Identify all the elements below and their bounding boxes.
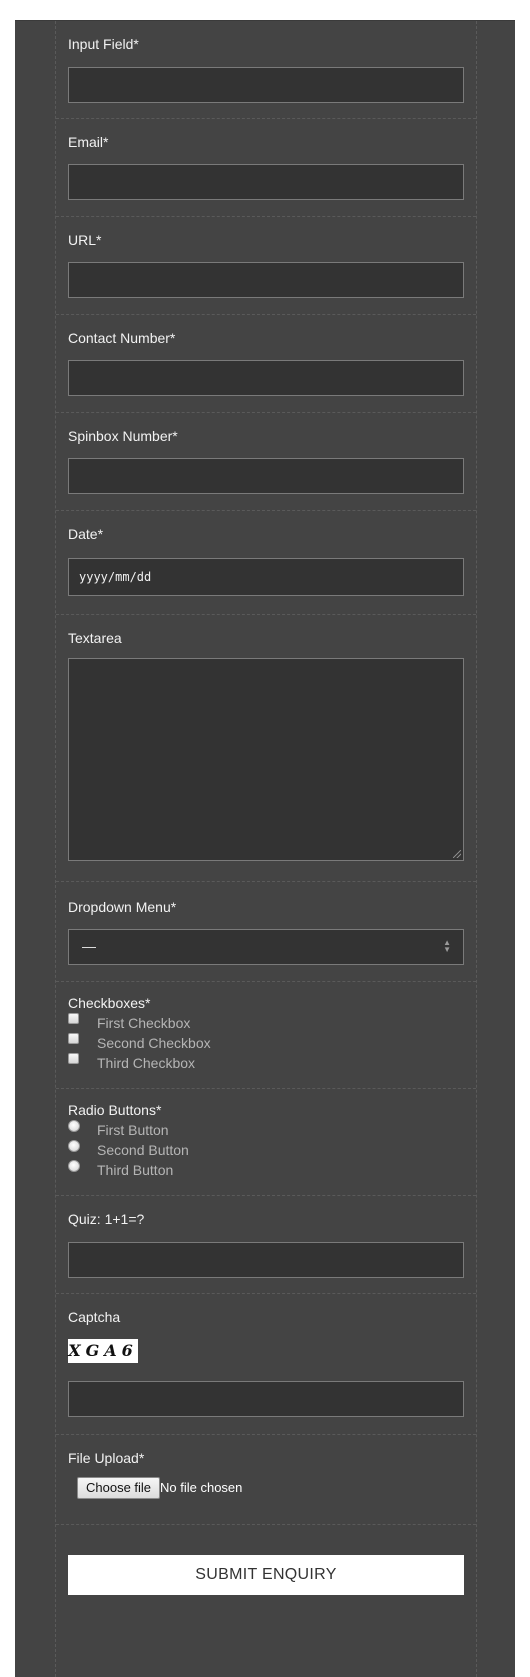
textarea-field[interactable] (68, 658, 464, 861)
url-section: URL* (56, 217, 476, 315)
url-label: URL* (68, 232, 102, 248)
checkboxes-section: Checkboxes* First Checkbox Second Checkb… (56, 982, 476, 1089)
checkboxes-label: Checkboxes* (68, 995, 151, 1011)
file-upload-label: File Upload* (68, 1450, 145, 1466)
checkbox-option[interactable]: First Checkbox (68, 1013, 368, 1033)
checkbox-label: First Checkbox (97, 1015, 191, 1031)
submit-button[interactable]: SUBMIT ENQUIRY (68, 1555, 464, 1595)
contact-section: Contact Number* (56, 315, 476, 413)
date-placeholder: yyyy/mm/dd (79, 570, 152, 584)
email-label: Email* (68, 134, 109, 150)
dropdown-label: Dropdown Menu* (68, 899, 177, 915)
checkbox[interactable] (68, 1013, 79, 1024)
email-field[interactable] (68, 164, 464, 200)
quiz-answer-field[interactable] (68, 1242, 464, 1278)
url-field[interactable] (68, 262, 464, 298)
spinbox-label: Spinbox Number* (68, 428, 178, 444)
captcha-input[interactable] (68, 1381, 464, 1417)
radio-text: First Button (97, 1122, 169, 1138)
dropdown-select[interactable]: — ▲ ▼ (68, 929, 464, 965)
spinbox-section: Spinbox Number* (56, 413, 476, 511)
captcha-image: XGA6 (68, 1339, 138, 1363)
input-field-section: Input Field* (56, 21, 476, 119)
input-field-label: Input Field* (68, 36, 139, 52)
radio-button[interactable] (68, 1120, 80, 1132)
form-panel: Input Field* Email* URL* Contact Number*… (15, 20, 515, 1677)
choose-file-button[interactable]: Choose file (77, 1477, 161, 1499)
checkbox[interactable] (68, 1053, 79, 1064)
checkbox-label: Third Checkbox (97, 1055, 196, 1071)
file-status-text: No file chosen (160, 1480, 243, 1495)
radio-text: Third Button (97, 1162, 174, 1178)
textarea-section: Textarea (56, 615, 476, 882)
radio-option[interactable]: First Button (68, 1120, 368, 1140)
file-upload-section: File Upload* Choose file No file chosen (56, 1435, 476, 1525)
captcha-section: Captcha XGA6 (56, 1294, 476, 1435)
radio-option[interactable]: Third Button (68, 1160, 368, 1180)
updown-arrows-icon: ▲ ▼ (443, 938, 451, 954)
resize-grip-icon[interactable] (453, 850, 461, 858)
date-section: Date* yyyy/mm/dd (56, 511, 476, 615)
input-field[interactable] (68, 67, 464, 103)
checkbox-option[interactable]: Third Checkbox (68, 1053, 368, 1073)
date-label: Date* (68, 526, 104, 542)
radio-text: Second Button (97, 1142, 189, 1158)
contact-label: Contact Number* (68, 330, 176, 346)
radio-section: Radio Buttons* First Button Second Butto… (56, 1089, 476, 1196)
checkbox[interactable] (68, 1033, 79, 1044)
spinbox-field[interactable] (68, 458, 464, 494)
dropdown-selected-value: — (82, 938, 96, 954)
date-field[interactable]: yyyy/mm/dd (68, 558, 464, 596)
dropdown-section: Dropdown Menu* — ▲ ▼ (56, 882, 476, 982)
radio-button[interactable] (68, 1140, 80, 1152)
quiz-label: Quiz: 1+1=? (68, 1211, 145, 1227)
enquiry-form: Input Field* Email* URL* Contact Number*… (55, 21, 477, 1677)
radio-button[interactable] (68, 1160, 80, 1172)
email-section: Email* (56, 119, 476, 217)
quiz-section: Quiz: 1+1=? (56, 1196, 476, 1294)
captcha-label: Captcha (68, 1309, 121, 1325)
checkbox-option[interactable]: Second Checkbox (68, 1033, 368, 1053)
radio-option[interactable]: Second Button (68, 1140, 368, 1160)
contact-number-field[interactable] (68, 360, 464, 396)
radio-label: Radio Buttons* (68, 1102, 162, 1118)
checkbox-label: Second Checkbox (97, 1035, 211, 1051)
textarea-label: Textarea (68, 630, 122, 646)
